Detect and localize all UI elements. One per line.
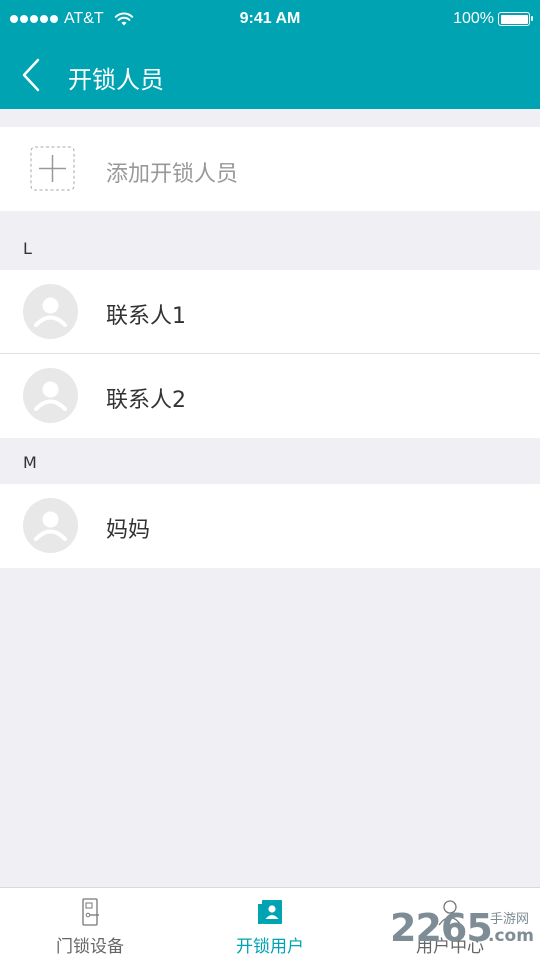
list-item[interactable]: 联系人2 — [0, 354, 540, 438]
contact-card-icon — [258, 900, 282, 924]
watermark-logo: 2265 手游网 .com — [386, 904, 540, 960]
tab-door-lock-devices[interactable]: 门锁设备 — [0, 888, 180, 960]
watermark-number: 2265 — [390, 906, 493, 950]
section-letter: L — [23, 239, 32, 258]
section-header-m: M — [0, 438, 540, 484]
tab-unlock-users[interactable]: 开锁用户 — [180, 888, 360, 960]
list-item[interactable]: 妈妈 — [0, 484, 540, 568]
watermark-domain: .com — [488, 926, 534, 946]
chevron-left-icon[interactable] — [18, 57, 48, 93]
add-unlock-person-label: 添加开锁人员 — [106, 162, 239, 187]
tab-label: 门锁设备 — [56, 937, 124, 957]
status-right: 100% — [453, 10, 533, 28]
status-bar: AT&T 9:41 AM 100% — [0, 0, 540, 38]
page-title: 开锁人员 — [68, 66, 164, 94]
contact-name: 联系人1 — [106, 304, 186, 329]
section-letter: M — [23, 453, 37, 472]
section-header-l: L — [0, 211, 540, 267]
battery-label: 100% — [453, 10, 494, 27]
add-unlock-person-button[interactable]: 添加开锁人员 — [0, 127, 540, 211]
door-lock-icon — [82, 898, 99, 926]
avatar-placeholder-icon — [23, 498, 78, 553]
plus-icon — [30, 146, 75, 191]
battery-icon — [498, 12, 533, 26]
header: AT&T 9:41 AM 100% 开锁人员 — [0, 0, 540, 109]
watermark-site: 手游网 — [490, 912, 530, 927]
contact-name: 妈妈 — [106, 518, 151, 543]
contact-name: 联系人2 — [106, 388, 186, 413]
avatar-placeholder-icon — [23, 284, 78, 339]
tab-label: 开锁用户 — [236, 937, 304, 957]
avatar-placeholder-icon — [23, 368, 78, 423]
list-item[interactable]: 联系人1 — [0, 270, 540, 354]
nav-bar: 开锁人员 — [0, 40, 540, 109]
